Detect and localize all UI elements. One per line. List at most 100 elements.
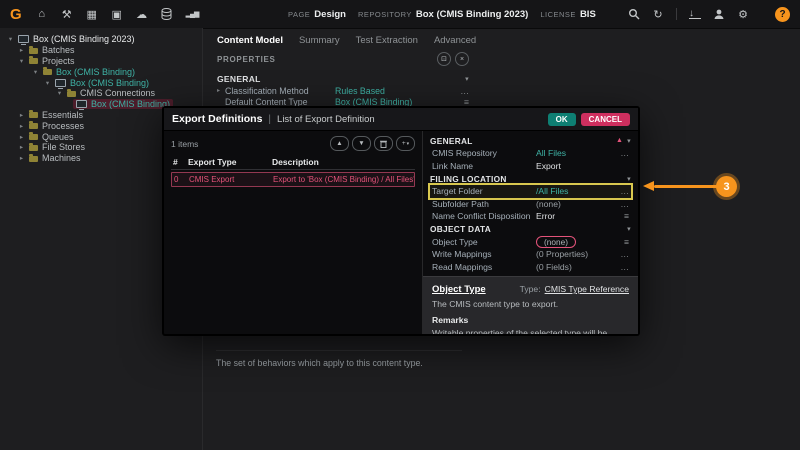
- folder-icon: [29, 145, 38, 151]
- tab-content-model[interactable]: Content Model: [217, 35, 283, 46]
- help-type-label: Type:: [520, 284, 541, 294]
- chevron-down-icon[interactable]: ▾: [627, 175, 631, 183]
- toolbar-divider: [676, 8, 677, 20]
- ellipsis-icon[interactable]: …: [618, 186, 629, 196]
- property-value[interactable]: Box (CMIS Binding): [335, 97, 457, 107]
- chevron-down-icon[interactable]: ▾: [627, 137, 631, 145]
- close-icon[interactable]: ×: [455, 52, 469, 66]
- page-value[interactable]: Design: [314, 9, 346, 20]
- move-up-button[interactable]: ▲: [330, 136, 349, 151]
- user-icon[interactable]: [713, 8, 725, 20]
- detail-value[interactable]: Error: [536, 211, 618, 221]
- delete-button[interactable]: [374, 136, 393, 151]
- menu-icon[interactable]: ≡: [618, 211, 629, 221]
- detail-value[interactable]: All Files: [536, 148, 618, 158]
- behaviors-description: The set of behaviors which apply to this…: [216, 358, 478, 368]
- folder-icon: [29, 112, 38, 118]
- detail-row-target-folder[interactable]: Target Folder /All Files …: [430, 185, 631, 198]
- chevron-right-icon[interactable]: ▸: [17, 154, 26, 162]
- dialog-subtitle: List of Export Definition: [277, 114, 375, 125]
- table-row[interactable]: 0 CMIS Export Export to 'Box (CMIS Bindi…: [171, 172, 415, 187]
- chevron-down-icon[interactable]: ▾: [6, 35, 15, 43]
- app-logo-icon[interactable]: G: [10, 6, 22, 23]
- detail-section-general[interactable]: GENERAL ▲ ▾: [430, 134, 631, 147]
- gear-icon[interactable]: ⚙: [737, 8, 749, 21]
- chevron-right-icon[interactable]: ▸: [17, 111, 26, 119]
- detail-row-name-conflict-disposition[interactable]: Name Conflict Disposition Error ≡: [430, 210, 631, 223]
- chevron-down-icon[interactable]: ▾: [55, 89, 64, 97]
- detail-value[interactable]: Export: [536, 161, 618, 171]
- chevron-down-icon[interactable]: ▾: [31, 68, 40, 76]
- chevron-down-icon[interactable]: ▾: [43, 79, 52, 87]
- detail-label: Object Type: [432, 237, 536, 247]
- cancel-button[interactable]: CANCEL: [581, 113, 630, 126]
- detail-value[interactable]: /All Files: [536, 186, 618, 196]
- search-icon[interactable]: [628, 8, 640, 20]
- refresh-icon[interactable]: ↻: [652, 8, 664, 21]
- chevron-down-icon[interactable]: ▾: [465, 75, 469, 83]
- menu-icon[interactable]: ≡: [457, 97, 469, 107]
- chevron-right-icon[interactable]: ▸: [17, 122, 26, 130]
- download-icon[interactable]: ↓: [689, 9, 701, 19]
- move-down-button[interactable]: ▼: [352, 136, 371, 151]
- cloud-icon[interactable]: ☁: [136, 8, 148, 21]
- section-divider: [216, 350, 462, 351]
- ellipsis-icon[interactable]: …: [618, 262, 629, 272]
- detail-row-cmis-repository[interactable]: CMIS Repository All Files …: [430, 147, 631, 160]
- chevron-right-icon[interactable]: ▸: [217, 87, 225, 94]
- tree-item-batches[interactable]: ▸ Batches: [0, 45, 202, 56]
- chevron-right-icon[interactable]: ▸: [17, 143, 26, 151]
- ok-button[interactable]: OK: [548, 113, 576, 126]
- package-icon[interactable]: ▣: [111, 8, 123, 21]
- chevron-right-icon[interactable]: ▸: [17, 133, 26, 141]
- chevron-down-icon[interactable]: ▾: [627, 225, 631, 233]
- property-row-classification-method[interactable]: ▸ Classification Method Rules Based …: [217, 85, 469, 97]
- menu-icon[interactable]: ≡: [618, 237, 629, 247]
- help-type-link[interactable]: CMIS Type Reference: [545, 284, 629, 294]
- license-value[interactable]: BIS: [580, 9, 596, 20]
- server-icon: [55, 79, 66, 87]
- ellipsis-icon[interactable]: …: [457, 86, 469, 96]
- tab-advanced[interactable]: Advanced: [434, 35, 476, 46]
- repository-value[interactable]: Box (CMIS Binding 2023): [416, 9, 528, 20]
- page-label: PAGE: [288, 10, 310, 19]
- tree-item-projects[interactable]: ▾ Projects: [0, 56, 202, 67]
- properties-header: PROPERTIES ⊡ ×: [217, 52, 469, 66]
- database-icon[interactable]: [161, 8, 173, 20]
- apps-grid-icon[interactable]: ▦: [86, 8, 98, 21]
- chevron-down-icon[interactable]: ▾: [17, 57, 26, 65]
- detail-row-object-type[interactable]: Object Type (none) ≡: [430, 236, 631, 249]
- detail-row-subfolder-path[interactable]: Subfolder Path (none) …: [430, 198, 631, 211]
- tree-item-box-project[interactable]: ▾ Box (CMIS Binding): [0, 66, 202, 77]
- caret-down-icon: ▾: [407, 141, 410, 147]
- detail-section-filing-location[interactable]: FILING LOCATION ▾: [430, 172, 631, 185]
- add-button[interactable]: +▾: [396, 136, 415, 151]
- tree-item-label: Essentials: [42, 110, 83, 120]
- home-icon[interactable]: ⌂: [36, 8, 48, 20]
- detail-row-write-mappings[interactable]: Write Mappings (0 Properties) …: [430, 248, 631, 261]
- tree-item-box-binding[interactable]: ▾ Box (CMIS Binding): [0, 77, 202, 88]
- property-value[interactable]: Rules Based: [335, 86, 457, 96]
- save-icon[interactable]: ⊡: [437, 52, 451, 66]
- help-icon[interactable]: ?: [775, 7, 790, 22]
- detail-value[interactable]: (none): [536, 199, 618, 209]
- general-section-header[interactable]: GENERAL ▾: [217, 73, 469, 85]
- tab-summary[interactable]: Summary: [299, 35, 340, 46]
- detail-value[interactable]: (0 Fields): [536, 262, 618, 272]
- tree-item-root[interactable]: ▾ Box (CMIS Binding 2023): [0, 34, 202, 45]
- ellipsis-icon[interactable]: …: [618, 148, 629, 158]
- folder-icon: [29, 123, 38, 129]
- tab-test-extraction[interactable]: Test Extraction: [356, 35, 418, 46]
- item-count: 1 items: [171, 139, 198, 149]
- chevron-right-icon[interactable]: ▸: [17, 46, 26, 54]
- ellipsis-icon[interactable]: …: [618, 249, 629, 259]
- tree-item-cmis-connections[interactable]: ▾ CMIS Connections: [0, 88, 202, 99]
- detail-row-read-mappings[interactable]: Read Mappings (0 Fields) …: [430, 261, 631, 274]
- object-type-value[interactable]: (none): [536, 236, 576, 248]
- ellipsis-icon[interactable]: …: [618, 199, 629, 209]
- chart-icon[interactable]: ▂▄▆: [186, 10, 199, 18]
- detail-value[interactable]: (0 Properties): [536, 249, 618, 259]
- detail-section-object-data[interactable]: OBJECT DATA ▾: [430, 223, 631, 236]
- tools-icon[interactable]: ⚒: [61, 8, 73, 21]
- detail-row-link-name[interactable]: Link Name Export: [430, 160, 631, 173]
